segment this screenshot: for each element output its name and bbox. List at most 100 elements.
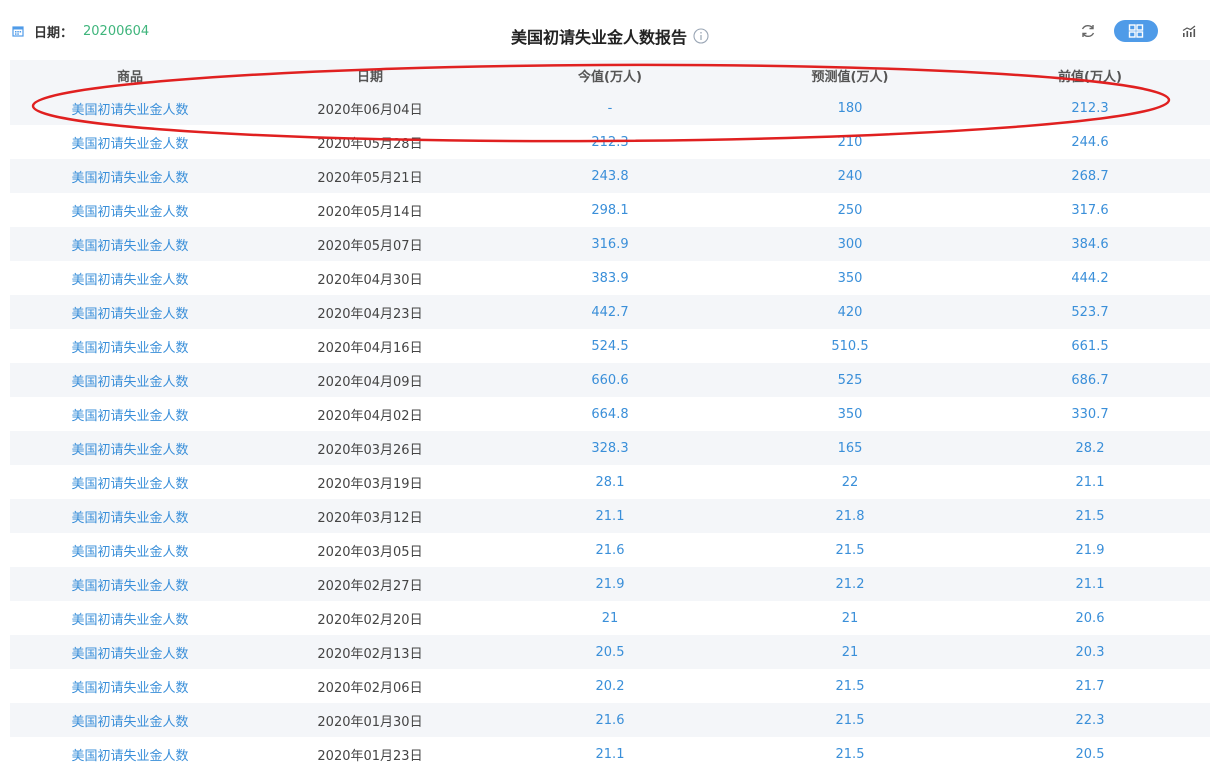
cell-date: 2020年04月30日 bbox=[250, 261, 490, 295]
cell-forecast: 21.5 bbox=[730, 703, 970, 737]
cell-actual: 298.1 bbox=[490, 193, 730, 227]
cell-actual: - bbox=[490, 91, 730, 125]
cell-previous: 21.7 bbox=[970, 669, 1210, 703]
page-title: 美国初请失业金人数报告 bbox=[510, 28, 687, 47]
table-row[interactable]: 美国初请失业金人数 2020年02月20日 21 21 20.6 bbox=[10, 601, 1210, 635]
column-header-forecast[interactable]: 预测值(万人) bbox=[730, 60, 970, 91]
column-header-previous[interactable]: 前值(万人) bbox=[970, 60, 1210, 91]
cell-product[interactable]: 美国初请失业金人数 bbox=[10, 193, 250, 227]
cell-product[interactable]: 美国初请失业金人数 bbox=[10, 159, 250, 193]
cell-date: 2020年02月13日 bbox=[250, 635, 490, 669]
table-header-row: 商品 日期 今值(万人) 预测值(万人) 前值(万人) bbox=[10, 60, 1210, 91]
cell-date: 2020年03月12日 bbox=[250, 499, 490, 533]
table-row[interactable]: 美国初请失业金人数 2020年01月23日 21.1 21.5 20.5 bbox=[10, 737, 1210, 762]
column-header-product[interactable]: 商品 bbox=[10, 60, 250, 91]
cell-actual: 21.6 bbox=[490, 533, 730, 567]
cell-product[interactable]: 美国初请失业金人数 bbox=[10, 261, 250, 295]
table-row[interactable]: 美国初请失业金人数 2020年05月28日 212.3 210 244.6 bbox=[10, 125, 1210, 159]
table-row[interactable]: 美国初请失业金人数 2020年05月21日 243.8 240 268.7 bbox=[10, 159, 1210, 193]
cell-date: 2020年03月05日 bbox=[250, 533, 490, 567]
cell-forecast: 525 bbox=[730, 363, 970, 397]
cell-product[interactable]: 美国初请失业金人数 bbox=[10, 295, 250, 329]
cell-actual: 316.9 bbox=[490, 227, 730, 261]
table-row[interactable]: 美国初请失业金人数 2020年04月16日 524.5 510.5 661.5 bbox=[10, 329, 1210, 363]
cell-previous: 21.1 bbox=[970, 465, 1210, 499]
cell-date: 2020年04月02日 bbox=[250, 397, 490, 431]
cell-actual: 383.9 bbox=[490, 261, 730, 295]
cell-date: 2020年05月28日 bbox=[250, 125, 490, 159]
cell-date: 2020年05月14日 bbox=[250, 193, 490, 227]
cell-forecast: 300 bbox=[730, 227, 970, 261]
table-row[interactable]: 美国初请失业金人数 2020年04月30日 383.9 350 444.2 bbox=[10, 261, 1210, 295]
table-row[interactable]: 美国初请失业金人数 2020年04月23日 442.7 420 523.7 bbox=[10, 295, 1210, 329]
cell-product[interactable]: 美国初请失业金人数 bbox=[10, 431, 250, 465]
toolbar bbox=[1076, 19, 1198, 43]
cell-product[interactable]: 美国初请失业金人数 bbox=[10, 125, 250, 159]
cell-product[interactable]: 美国初请失业金人数 bbox=[10, 669, 250, 703]
cell-product[interactable]: 美国初请失业金人数 bbox=[10, 635, 250, 669]
table-row[interactable]: 美国初请失业金人数 2020年02月13日 20.5 21 20.3 bbox=[10, 635, 1210, 669]
column-header-date[interactable]: 日期 bbox=[250, 60, 490, 91]
cell-product[interactable]: 美国初请失业金人数 bbox=[10, 363, 250, 397]
cell-previous: 22.3 bbox=[970, 703, 1210, 737]
cell-actual: 20.2 bbox=[490, 669, 730, 703]
cell-product[interactable]: 美国初请失业金人数 bbox=[10, 601, 250, 635]
table-row[interactable]: 美国初请失业金人数 2020年03月05日 21.6 21.5 21.9 bbox=[10, 533, 1210, 567]
table-row[interactable]: 美国初请失业金人数 2020年03月12日 21.1 21.8 21.5 bbox=[10, 499, 1210, 533]
cell-product[interactable]: 美国初请失业金人数 bbox=[10, 533, 250, 567]
cell-forecast: 510.5 bbox=[730, 329, 970, 363]
cell-product[interactable]: 美国初请失业金人数 bbox=[10, 737, 250, 762]
title-block: 美国初请失业金人数报告 bbox=[0, 24, 1220, 47]
cell-date: 2020年04月23日 bbox=[250, 295, 490, 329]
cell-date: 2020年03月26日 bbox=[250, 431, 490, 465]
cell-forecast: 21.2 bbox=[730, 567, 970, 601]
cell-product[interactable]: 美国初请失业金人数 bbox=[10, 465, 250, 499]
cell-product[interactable]: 美国初请失业金人数 bbox=[10, 91, 250, 125]
table-row[interactable]: 美国初请失业金人数 2020年05月14日 298.1 250 317.6 bbox=[10, 193, 1210, 227]
cell-product[interactable]: 美国初请失业金人数 bbox=[10, 397, 250, 431]
cell-previous: 21.5 bbox=[970, 499, 1210, 533]
table-row[interactable]: 美国初请失业金人数 2020年02月06日 20.2 21.5 21.7 bbox=[10, 669, 1210, 703]
cell-date: 2020年05月21日 bbox=[250, 159, 490, 193]
cell-forecast: 22 bbox=[730, 465, 970, 499]
refresh-button[interactable] bbox=[1076, 19, 1100, 43]
cell-forecast: 250 bbox=[730, 193, 970, 227]
cell-product[interactable]: 美国初请失业金人数 bbox=[10, 227, 250, 261]
grid-view-button[interactable] bbox=[1114, 20, 1158, 42]
cell-date: 2020年06月04日 bbox=[250, 91, 490, 125]
cell-product[interactable]: 美国初请失业金人数 bbox=[10, 703, 250, 737]
cell-date: 2020年01月23日 bbox=[250, 737, 490, 762]
table-row[interactable]: 美国初请失业金人数 2020年04月09日 660.6 525 686.7 bbox=[10, 363, 1210, 397]
cell-date: 2020年04月16日 bbox=[250, 329, 490, 363]
data-table: 商品 日期 今值(万人) 预测值(万人) 前值(万人) 美国初请失业金人数 202… bbox=[10, 60, 1210, 762]
table-row[interactable]: 美国初请失业金人数 2020年01月30日 21.6 21.5 22.3 bbox=[10, 703, 1210, 737]
cell-forecast: 21.5 bbox=[730, 533, 970, 567]
cell-product[interactable]: 美国初请失业金人数 bbox=[10, 499, 250, 533]
cell-forecast: 21 bbox=[730, 601, 970, 635]
cell-previous: 212.3 bbox=[970, 91, 1210, 125]
column-header-actual[interactable]: 今值(万人) bbox=[490, 60, 730, 91]
table-row[interactable]: 美国初请失业金人数 2020年06月04日 -180 212.3 bbox=[10, 91, 1210, 125]
table-row[interactable]: 美国初请失业金人数 2020年02月27日 21.9 21.2 21.1 bbox=[10, 567, 1210, 601]
table-row[interactable]: 美国初请失业金人数 2020年03月26日 328.3 165 28.2 bbox=[10, 431, 1210, 465]
cell-product[interactable]: 美国初请失业金人数 bbox=[10, 329, 250, 363]
cell-previous: 317.6 bbox=[970, 193, 1210, 227]
cell-actual: 212.3 bbox=[490, 125, 730, 159]
table-row[interactable]: 美国初请失业金人数 2020年05月07日 316.9 300 384.6 bbox=[10, 227, 1210, 261]
cell-previous: 384.6 bbox=[970, 227, 1210, 261]
cell-previous: 268.7 bbox=[970, 159, 1210, 193]
cell-forecast: 420 bbox=[730, 295, 970, 329]
cell-date: 2020年01月30日 bbox=[250, 703, 490, 737]
info-icon[interactable] bbox=[693, 28, 709, 44]
cell-actual: 20.5 bbox=[490, 635, 730, 669]
chart-view-button[interactable] bbox=[1180, 22, 1198, 40]
cell-previous: 523.7 bbox=[970, 295, 1210, 329]
table-row[interactable]: 美国初请失业金人数 2020年03月19日 28.1 22 21.1 bbox=[10, 465, 1210, 499]
cell-actual: 243.8 bbox=[490, 159, 730, 193]
cell-product[interactable]: 美国初请失业金人数 bbox=[10, 567, 250, 601]
header-bar: 日期： 20200604 美国初请失业金人数报告 bbox=[0, 0, 1220, 60]
cell-previous: 20.6 bbox=[970, 601, 1210, 635]
table-row[interactable]: 美国初请失业金人数 2020年04月02日 664.8 350 330.7 bbox=[10, 397, 1210, 431]
cell-previous: 686.7 bbox=[970, 363, 1210, 397]
cell-forecast: 350 bbox=[730, 261, 970, 295]
